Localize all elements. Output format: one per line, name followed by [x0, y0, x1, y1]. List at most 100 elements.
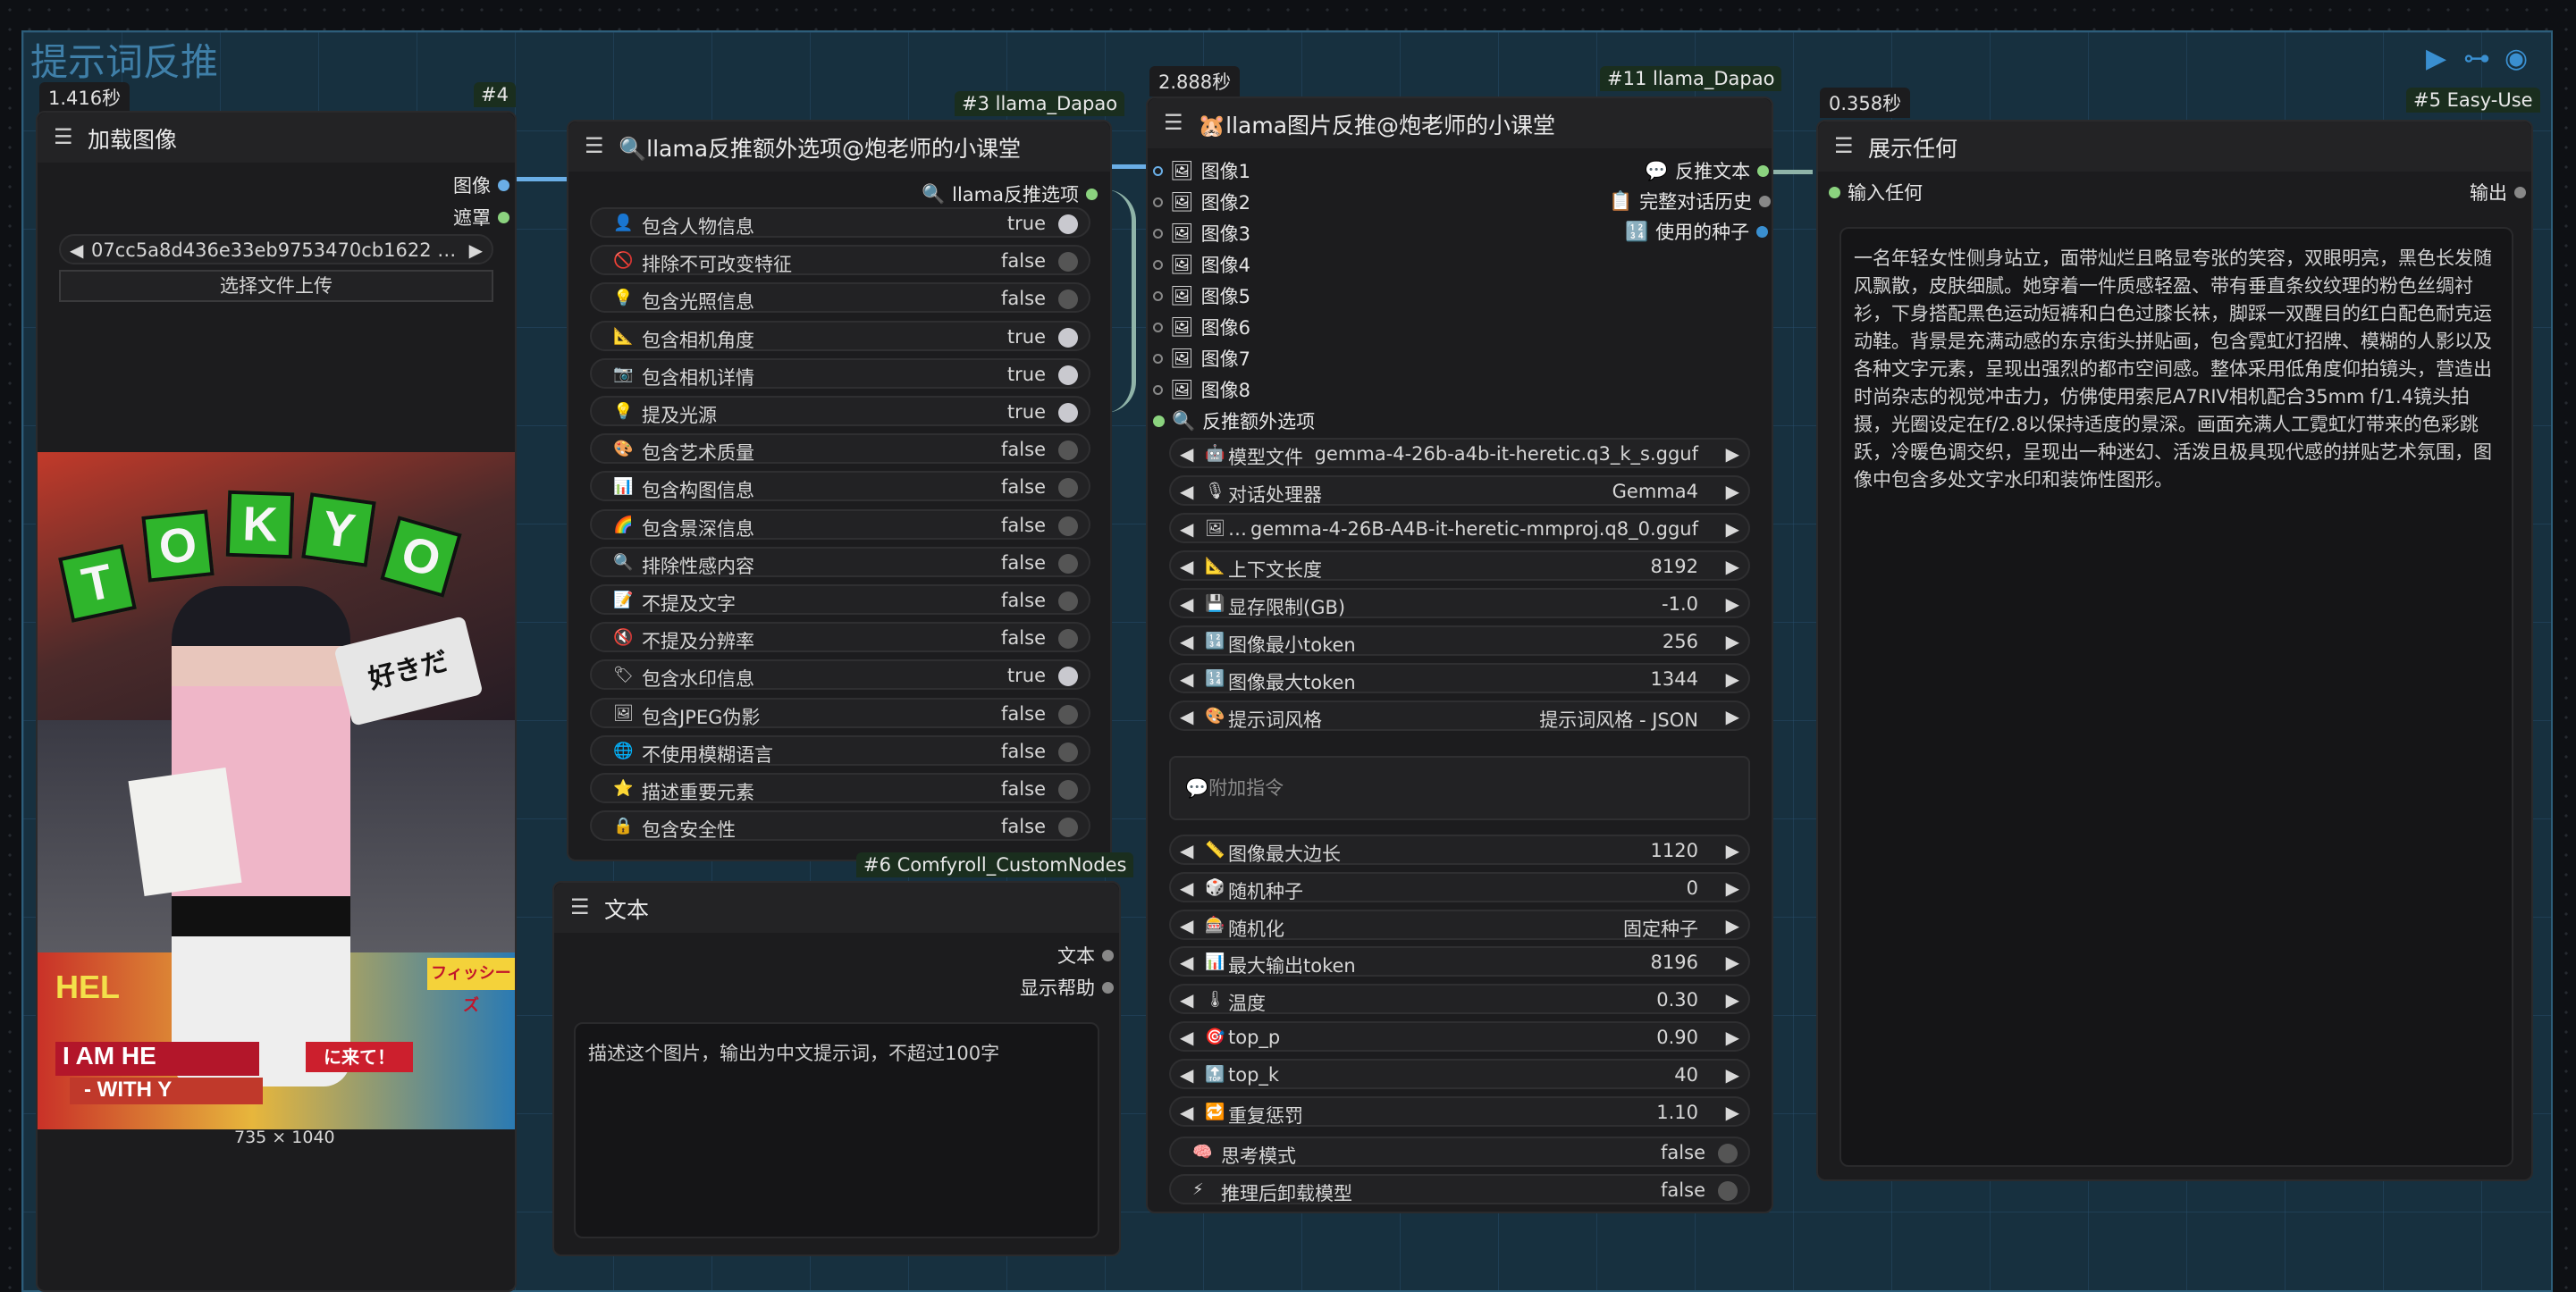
chevron-left-icon[interactable]: ◀ — [1180, 556, 1193, 577]
output-text[interactable]: 文本 — [1057, 942, 1114, 969]
toggle-knob[interactable] — [1058, 403, 1078, 423]
output-image[interactable]: 图像 — [453, 172, 509, 198]
widget-combo[interactable]: ◀ 🔁 重复惩罚 1.10 ▶ — [1169, 1095, 1750, 1127]
chevron-left-icon[interactable]: ◀ — [1180, 915, 1193, 936]
chevron-right-icon[interactable]: ▶ — [1726, 556, 1739, 577]
chevron-right-icon[interactable]: ▶ — [1726, 518, 1739, 540]
option-toggle[interactable]: 🖼 包含JPEG伪影 false — [590, 697, 1090, 728]
chevron-right-icon[interactable]: ▶ — [1726, 706, 1739, 727]
node-header[interactable]: ☰ 加载图像 — [38, 113, 515, 163]
widget-combo[interactable]: ◀ 🎯 top_p 0.90 ▶ — [1169, 1021, 1750, 1052]
chevron-left-icon[interactable]: ◀ — [1180, 1102, 1193, 1123]
node-header[interactable]: ☰ 🐹llama图片反推@炮老师的小课堂 — [1148, 98, 1772, 148]
extra-instruction-field[interactable]: 💬附加指令 — [1169, 756, 1750, 820]
widget-combo[interactable]: ◀ 🔢 图像最小token 256 ▶ — [1169, 625, 1750, 656]
output-seed[interactable]: 🔢 使用的种子 — [1625, 218, 1769, 245]
slot-dot[interactable] — [1102, 949, 1114, 961]
output-mask[interactable]: 遮罩 — [453, 204, 509, 231]
chevron-left-icon[interactable]: ◀ — [1180, 481, 1193, 502]
widget-combo[interactable]: ◀ 🤖 模型文件 gemma-4-26b-a4b-it-heretic.q3_k_s.… — [1169, 438, 1750, 468]
input-slot[interactable]: 🖼 图像7 — [1153, 345, 1250, 372]
widget-combo[interactable]: ◀ 🎨 提示词风格 提示词风格 - JSON ▶ — [1169, 701, 1750, 731]
output-history[interactable]: 📋 完整对话历史 — [1609, 188, 1772, 214]
widget-combo[interactable]: ◀ 🎙 对话处理器 Gemma4 ▶ — [1169, 475, 1750, 506]
toggle-knob[interactable] — [1058, 780, 1078, 800]
chevron-right-icon[interactable]: ▶ — [1726, 877, 1739, 899]
widget-combo[interactable]: ◀ 🔢 图像最大token 1344 ▶ — [1169, 663, 1750, 693]
slot-dot[interactable] — [1086, 188, 1098, 200]
slot-dot[interactable] — [1153, 415, 1165, 427]
text-node[interactable]: ☰ 文本 文本 显示帮助 描述这个图片，输出为中文提示词，不超过100字 — [552, 881, 1121, 1256]
chevron-right-icon[interactable]: ▶ — [1726, 481, 1739, 502]
slot-dot[interactable] — [1153, 197, 1163, 207]
slot-dot[interactable] — [1153, 353, 1163, 364]
chevron-left-icon[interactable]: ◀ — [1180, 1064, 1193, 1086]
option-toggle[interactable]: 🔍 排除性感内容 false — [590, 546, 1090, 577]
group-title[interactable]: 提示词反推 — [30, 32, 218, 87]
chevron-right-icon[interactable]: ▶ — [1726, 840, 1739, 861]
option-toggle[interactable]: 🔒 包含安全性 false — [590, 810, 1090, 842]
chevron-right-icon[interactable]: ▶ — [1726, 443, 1739, 465]
result-text[interactable]: 一名年轻女性侧身站立，面带灿烂且略显夸张的笑容，双眼明亮，黑色长发随风飘散，皮肤… — [1839, 227, 2513, 1167]
chevron-left-icon[interactable]: ◀ — [1180, 593, 1193, 615]
play-icon[interactable]: ▶ — [2426, 43, 2446, 74]
option-toggle[interactable]: 🏷 包含水印信息 true — [590, 659, 1090, 691]
toggle-knob[interactable] — [1058, 818, 1078, 838]
input-slot[interactable]: 🖼 图像2 — [1153, 189, 1250, 215]
eye-icon[interactable]: ◉ — [2504, 43, 2528, 74]
slot-dot[interactable] — [1829, 186, 1840, 198]
slot-dot[interactable] — [1153, 322, 1163, 332]
slot-dot[interactable] — [1153, 259, 1163, 270]
chevron-right-icon[interactable]: ▶ — [1726, 1027, 1739, 1048]
toggle-knob[interactable] — [1058, 629, 1078, 650]
chevron-left-icon[interactable]: ◀ — [1180, 1027, 1193, 1048]
chevron-left-icon[interactable]: ◀ — [1180, 952, 1193, 973]
chevron-left-icon[interactable]: ◀ — [1180, 877, 1193, 899]
chevron-right-icon[interactable]: ▶ — [1726, 915, 1739, 936]
toggle-knob[interactable] — [1058, 704, 1078, 725]
menu-icon[interactable]: ☰ — [1164, 110, 1183, 135]
option-toggle[interactable]: 📝 不提及文字 false — [590, 584, 1090, 615]
output-any[interactable]: 输出 — [2470, 179, 2526, 206]
option-toggle[interactable]: 🚫 排除不可改变特征 false — [590, 245, 1090, 276]
widget-combo[interactable]: ◀ 🖼… gemma-4-26B-A4B-it-heretic-mmproj.q8_… — [1169, 513, 1750, 543]
toggle-knob[interactable] — [1058, 478, 1078, 499]
chevron-left-icon[interactable]: ◀ — [1180, 840, 1193, 861]
slot-dot[interactable] — [498, 211, 509, 223]
chevron-left-icon[interactable]: ◀ — [1180, 443, 1193, 465]
slot-dot[interactable] — [1102, 981, 1114, 994]
toggle-knob[interactable] — [1718, 1181, 1738, 1201]
chevron-left-icon[interactable]: ◀ — [1180, 518, 1193, 540]
option-toggle[interactable]: 🌐 不使用模糊语言 false — [590, 734, 1090, 766]
widget-toggle[interactable]: 🧠 思考模式 false — [1169, 1137, 1750, 1167]
widget-combo[interactable]: ◀ 📐 上下文长度 8192 ▶ — [1169, 550, 1750, 581]
input-slot[interactable]: 🖼 图像1 — [1153, 157, 1250, 184]
input-slot[interactable]: 🖼 图像5 — [1153, 282, 1250, 309]
toggle-knob[interactable] — [1718, 1144, 1738, 1163]
widget-combo[interactable]: ◀ 🎰 随机化 固定种子 ▶ — [1169, 909, 1750, 940]
slot-dot[interactable] — [1153, 228, 1163, 239]
widget-combo[interactable]: ◀ 🌡 温度 0.30 ▶ — [1169, 984, 1750, 1015]
chevron-left-icon[interactable]: ◀ — [70, 239, 83, 261]
chevron-left-icon[interactable]: ◀ — [1180, 631, 1193, 652]
chevron-left-icon[interactable]: ◀ — [1180, 668, 1193, 690]
menu-icon[interactable]: ☰ — [54, 124, 73, 149]
input-slot[interactable]: 🔍 反推额外选项 — [1153, 407, 1315, 434]
option-toggle[interactable]: 💡 提及光源 true — [590, 396, 1090, 426]
option-toggle[interactable]: 📐 包含相机角度 true — [590, 320, 1090, 351]
option-toggle[interactable]: 👤 包含人物信息 true — [590, 207, 1090, 238]
widget-combo[interactable]: ◀ 📊 最大输出token 8196 ▶ — [1169, 946, 1750, 977]
node-header[interactable]: ☰ 文本 — [554, 883, 1119, 933]
widget-toggle[interactable]: ⚡ 推理后卸载模型 false — [1169, 1174, 1750, 1204]
option-toggle[interactable]: 📷 包含相机详情 true — [590, 357, 1090, 389]
output-text-result[interactable]: 💬 反推文本 — [1645, 157, 1770, 184]
chevron-right-icon[interactable]: ▶ — [1726, 1064, 1739, 1086]
menu-icon[interactable]: ☰ — [1834, 133, 1854, 158]
toggle-knob[interactable] — [1058, 214, 1078, 234]
chevron-left-icon[interactable]: ◀ — [1180, 706, 1193, 727]
widget-combo[interactable]: ◀ 🔝 top_k 40 ▶ — [1169, 1058, 1750, 1089]
slot-dot[interactable] — [1759, 195, 1772, 207]
option-toggle[interactable]: 🎨 包含艺术质量 false — [590, 433, 1090, 465]
slot-dot[interactable] — [2514, 186, 2526, 198]
option-toggle[interactable]: 🔇 不提及分辨率 false — [590, 622, 1090, 653]
